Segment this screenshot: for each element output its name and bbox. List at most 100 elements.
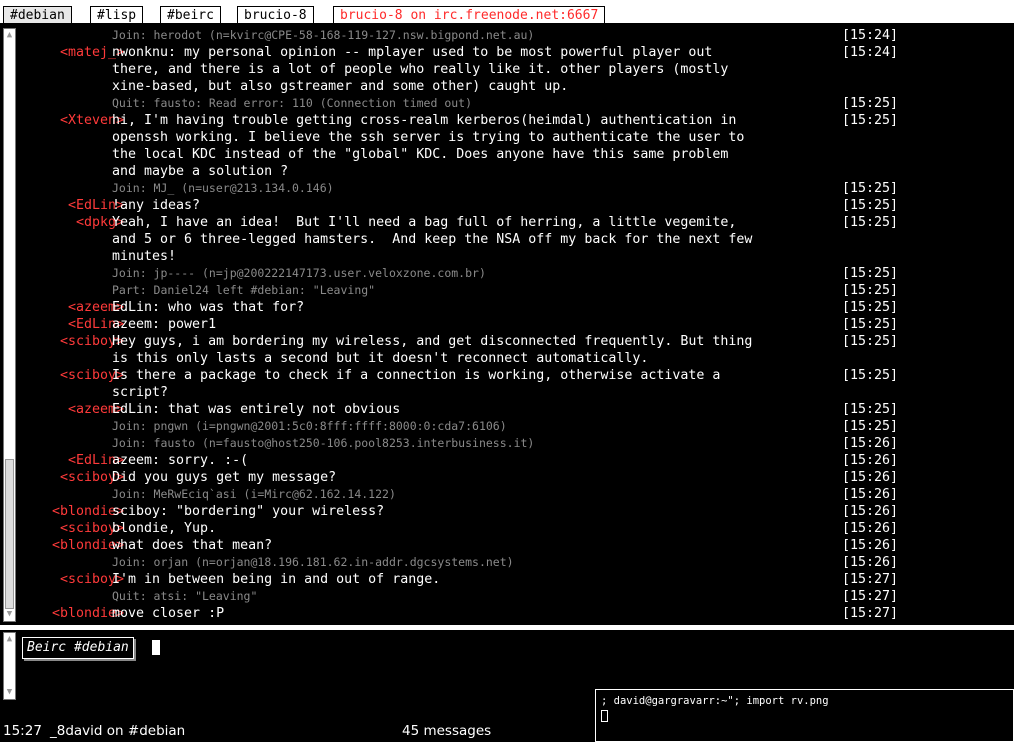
chat-text: openssh working. I believe the ssh serve… xyxy=(112,130,745,145)
chat-line: <Xteven> hi, I'm having trouble getting c… xyxy=(18,112,918,129)
chat-line: <matej_> nwonknu: my personal opinion -- … xyxy=(18,44,918,61)
chat-scrollbar[interactable]: ▲ ▼ xyxy=(3,28,16,622)
chat-text: the local KDC instead of the "global" KD… xyxy=(112,147,729,162)
chat-text: Did you guys get my message? xyxy=(112,470,337,485)
chat-line: <sciboy> Is there a package to check if a… xyxy=(18,367,918,384)
chat-text: EdLin: who was that for? xyxy=(112,300,305,315)
chat-timestamp: [15:26] xyxy=(842,521,899,536)
chat-text: and maybe a solution ? xyxy=(112,164,289,179)
chat-line: <EdLin> !any ideas? [15:25] xyxy=(18,197,918,214)
channel-tab-bar: #debian #lisp #beirc brucio-8 brucio-8 o… xyxy=(0,0,1014,25)
chat-timestamp: [15:25] xyxy=(842,198,899,213)
chat-timestamp: [15:26] xyxy=(842,538,899,553)
scrollbar-thumb[interactable] xyxy=(5,459,14,609)
chat-line: <azeem> EdLin: who was that for? [15:25] xyxy=(18,299,918,316)
input-prompt-label: Beirc #debian xyxy=(22,637,134,659)
chat-line: <blondie> what does that mean? [15:26] xyxy=(18,537,918,554)
chat-text: I'm in between being in and out of range… xyxy=(112,572,441,587)
chat-text: and 5 or 6 three-legged hamsters. And ke… xyxy=(112,232,753,247)
chat-timestamp: [15:26] xyxy=(842,555,899,570)
chat-line: <dpkg> Yeah, I have an idea! But I'll nee… xyxy=(18,214,918,231)
status-time: 15:27 xyxy=(3,723,42,739)
chat-timestamp: [15:26] xyxy=(842,436,899,451)
chat-timestamp: [15:26] xyxy=(842,504,899,519)
chat-line: Join: fausto (n=fausto@host250-106.pool8… xyxy=(18,435,918,452)
chat-message-log: Join: herodot (n=kvirc@CPE-58-168-119-12… xyxy=(18,26,1014,622)
chat-line: xine-based, but also gstreamer and some … xyxy=(18,78,918,95)
chat-text: blondie, Yup. xyxy=(112,521,217,536)
chat-system-text: Join: MeRwEciq`asi (i=Mirc@62.162.14.122… xyxy=(112,487,396,501)
chat-timestamp: [15:25] xyxy=(842,334,899,349)
chat-timestamp: [15:25] xyxy=(842,317,899,332)
tab-brucio-8[interactable]: brucio-8 xyxy=(237,6,314,23)
chat-line: minutes! xyxy=(18,248,918,265)
chat-timestamp: [15:27] xyxy=(842,572,899,587)
chat-system-text: Join: pngwn (i=pngwn@2001:5c0:8fff:ffff:… xyxy=(112,419,507,433)
chat-system-text: Join: MJ_ (n=user@213.134.0.146) xyxy=(112,181,334,195)
scroll-down-arrow-icon[interactable]: ▼ xyxy=(4,687,15,698)
chat-text: azeem: power1 xyxy=(112,317,217,332)
chat-line: <sciboy> blondie, Yup. [15:26] xyxy=(18,520,918,537)
chat-timestamp: [15:26] xyxy=(842,470,899,485)
chat-system-text: Join: jp---- (n=jp@200222147173.user.vel… xyxy=(112,266,486,280)
chat-text: nwonknu: my personal opinion -- mplayer … xyxy=(112,45,713,60)
terminal-cursor xyxy=(601,710,608,722)
scroll-up-arrow-icon[interactable]: ▲ xyxy=(4,634,15,645)
chat-line: Join: MJ_ (n=user@213.134.0.146) [15:25] xyxy=(18,180,918,197)
chat-line: <sciboy> Did you guys get my message? [15:… xyxy=(18,469,918,486)
chat-timestamp: [15:25] xyxy=(842,113,899,128)
chat-timestamp: [15:27] xyxy=(842,589,899,604)
chat-text: xine-based, but also gstreamer and some … xyxy=(112,79,569,94)
chat-text: script? xyxy=(112,385,169,400)
chat-line: script? xyxy=(18,384,918,401)
status-bar: 15:27 _8david on #debian 45 messages xyxy=(0,720,600,742)
chat-text: Is there a package to check if a connect… xyxy=(112,368,721,383)
chat-timestamp: [15:27] xyxy=(842,606,899,621)
chat-line: Quit: fausto: Read error: 110 (Connectio… xyxy=(18,95,918,112)
chat-text: azeem: sorry. :-( xyxy=(112,453,249,468)
chat-line: Join: orjan (n=orjan@18.196.181.62.in-ad… xyxy=(18,554,918,571)
chat-line: <EdLin> azeem: power1 [15:25] xyxy=(18,316,918,333)
terminal-window[interactable]: ; david@gargravarr:~"; import rv.png xyxy=(595,689,1014,742)
chat-timestamp: [15:25] xyxy=(842,402,899,417)
chat-timestamp: [15:25] xyxy=(842,419,899,434)
chat-line: Join: pngwn (i=pngwn@2001:5c0:8fff:ffff:… xyxy=(18,418,918,435)
chat-text: Hey guys, i am bordering my wireless, an… xyxy=(112,334,753,349)
chat-line: Join: herodot (n=kvirc@CPE-58-168-119-12… xyxy=(18,27,918,44)
chat-line: <sciboy> I'm in between being in and out … xyxy=(18,571,918,588)
status-user-channel: _8david on #debian xyxy=(50,723,186,739)
chat-line: <blondie> sciboy: "bordering" your wirele… xyxy=(18,503,918,520)
chat-line: the local KDC instead of the "global" KD… xyxy=(18,146,918,163)
chat-line: there, and there is a lot of people who … xyxy=(18,61,918,78)
scroll-down-arrow-icon[interactable]: ▼ xyxy=(4,609,15,620)
chat-text: sciboy: "bordering" your wireless? xyxy=(112,504,385,519)
pane-divider[interactable] xyxy=(0,625,1014,630)
chat-line: <azeem> EdLin: that was entirely not obvi… xyxy=(18,401,918,418)
chat-line: Part: Daniel24 left #debian: "Leaving" [1… xyxy=(18,282,918,299)
chat-line: and maybe a solution ? xyxy=(18,163,918,180)
chat-timestamp: [15:25] xyxy=(842,368,899,383)
chat-timestamp: [15:24] xyxy=(842,45,899,60)
chat-line: Join: MeRwEciq`asi (i=Mirc@62.162.14.122… xyxy=(18,486,918,503)
scroll-up-arrow-icon[interactable]: ▲ xyxy=(4,30,15,41)
tab-debian[interactable]: #debian xyxy=(3,6,72,23)
chat-system-text: Join: fausto (n=fausto@host250-106.pool8… xyxy=(112,436,535,450)
chat-line: <EdLin> azeem: sorry. :-([15:26] xyxy=(18,452,918,469)
chat-timestamp: [15:25] xyxy=(842,283,899,298)
chat-system-text: Quit: fausto: Read error: 110 (Connectio… xyxy=(112,96,473,110)
terminal-command-line: ; david@gargravarr:~"; import rv.png xyxy=(601,695,829,707)
chat-timestamp: [15:26] xyxy=(842,453,899,468)
tab-beirc[interactable]: #beirc xyxy=(160,6,221,23)
input-scrollbar[interactable]: ▲ ▼ xyxy=(3,632,16,700)
chat-text: Yeah, I have an idea! But I'll need a ba… xyxy=(112,215,737,230)
input-cursor[interactable] xyxy=(152,640,160,655)
chat-timestamp: [15:25] xyxy=(842,300,899,315)
chat-text: !any ideas? xyxy=(112,198,201,213)
chat-timestamp: [15:26] xyxy=(842,487,899,502)
chat-text: hi, I'm having trouble getting cross-rea… xyxy=(112,113,737,128)
tab-brucio-8-server[interactable]: brucio-8 on irc.freenode.net:6667 xyxy=(333,6,606,23)
chat-timestamp: [15:25] xyxy=(842,215,899,230)
chat-timestamp: [15:25] xyxy=(842,96,899,111)
tab-lisp[interactable]: #lisp xyxy=(90,6,144,23)
chat-system-text: Quit: atsi: "Leaving" xyxy=(112,589,258,603)
